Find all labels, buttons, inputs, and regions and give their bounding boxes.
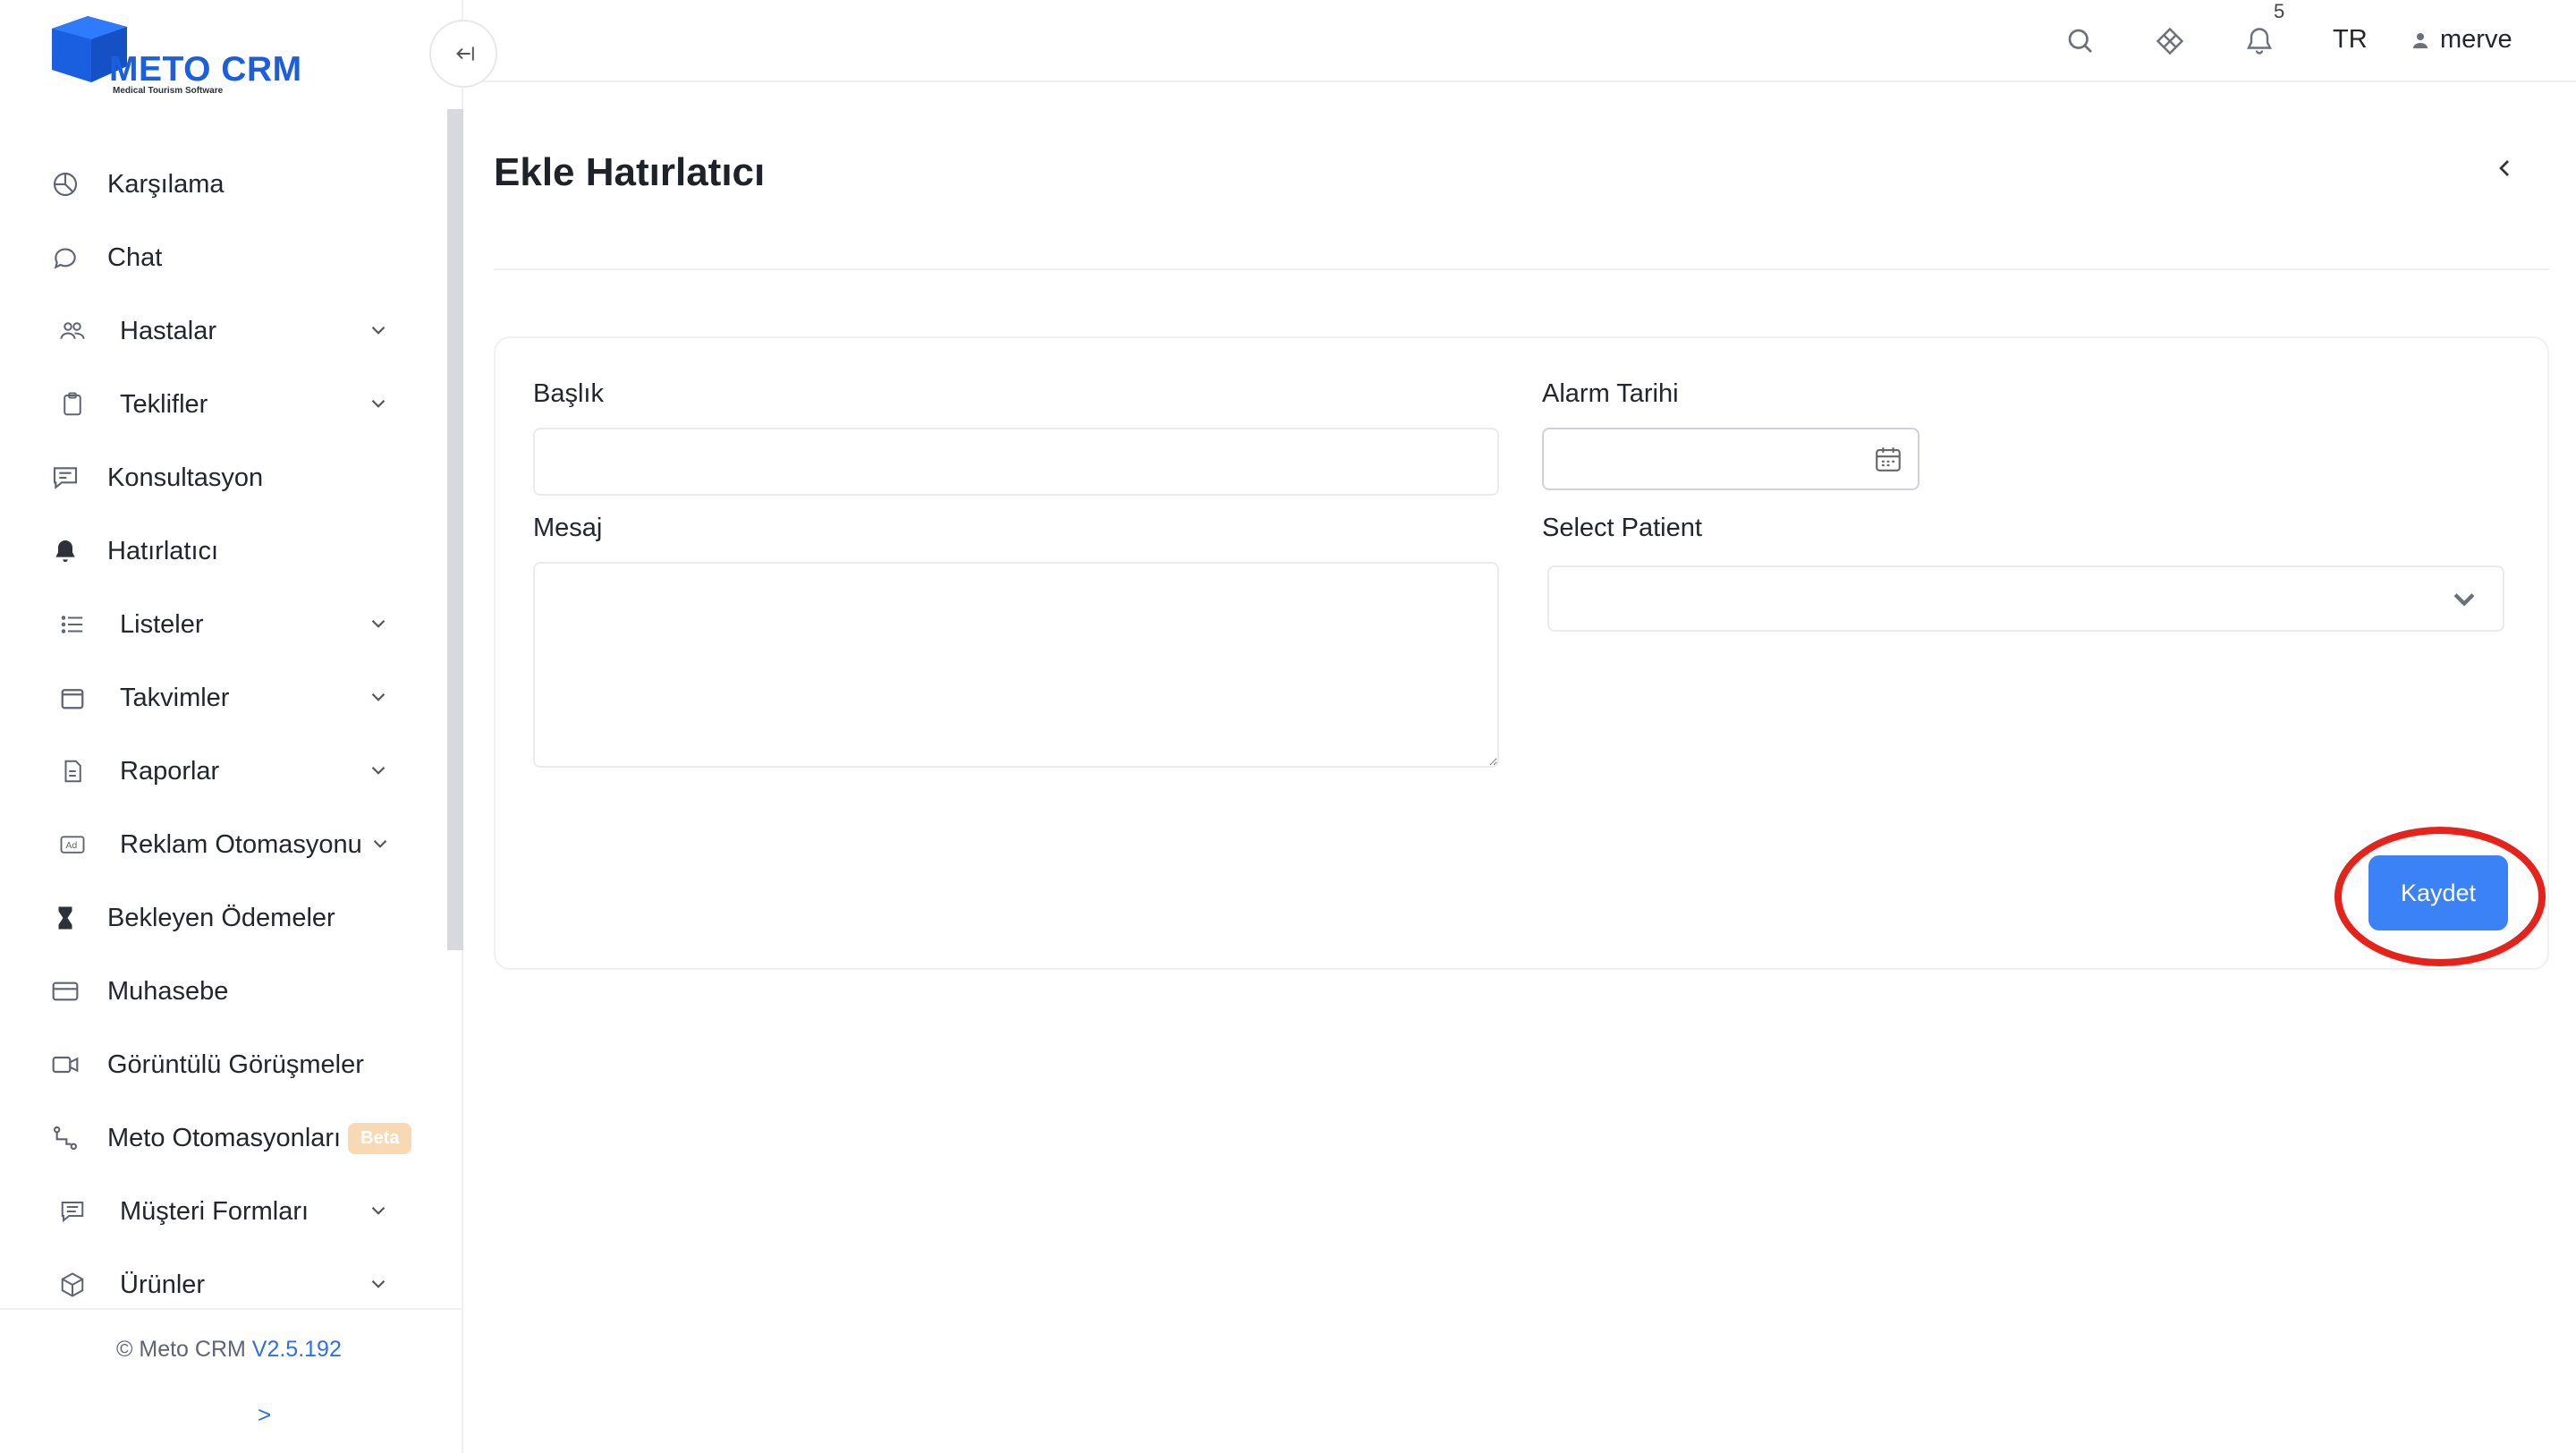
sidebar-item-label: Reklam Otomasyonu xyxy=(120,829,362,859)
list-icon xyxy=(57,609,88,640)
chevron-down-icon xyxy=(371,1279,386,1288)
title-input[interactable] xyxy=(533,428,1499,496)
credit-card-icon xyxy=(50,976,80,1007)
document-icon xyxy=(57,756,88,786)
version-link[interactable]: V2.5.192 xyxy=(252,1337,342,1362)
users-icon xyxy=(57,316,88,346)
sidebar-item-label: Görüntülü Görüşmeler xyxy=(107,1049,364,1079)
collapse-left-icon xyxy=(456,47,474,61)
back-chevron-icon[interactable] xyxy=(2490,154,2519,183)
chevron-down-icon xyxy=(371,693,386,701)
page-title: Ekle Hatırlatıcı xyxy=(494,150,766,194)
collapse-sidebar-button[interactable] xyxy=(429,20,497,88)
title-label: Başlık xyxy=(533,379,604,408)
sidebar-item-label: Raporlar xyxy=(120,756,220,786)
sidebar-item-karsilama[interactable]: Karşılama xyxy=(50,157,390,211)
sidebar-item-label: Meto Otomasyonları xyxy=(107,1123,342,1152)
brand-tagline: Medical Tourism Software xyxy=(113,86,224,96)
hourglass-icon xyxy=(50,903,80,933)
diamond-grid-icon[interactable] xyxy=(2154,25,2186,57)
user-icon xyxy=(2413,32,2428,48)
chevron-down-icon xyxy=(371,619,386,628)
sidebar-item-label: Müşteri Formları xyxy=(120,1196,309,1226)
sidebar-item-muhasebe[interactable]: Muhasebe xyxy=(50,964,390,1018)
reminder-form-card: Başlık Mesaj Alarm Tarihi Select Patient xyxy=(494,336,2549,970)
sidebar-item-bekleyen-odemeler[interactable]: Bekleyen Ödemeler xyxy=(50,891,390,945)
chevron-down-icon xyxy=(371,766,386,775)
sidebar-item-takvimler[interactable]: Takvimler xyxy=(50,671,390,725)
sidebar-item-label: Hatırlatıcı xyxy=(107,536,219,565)
svg-text:Ad: Ad xyxy=(66,841,78,851)
workflow-icon xyxy=(50,1123,80,1153)
sidebar-item-hastalar[interactable]: Hastalar xyxy=(50,304,390,358)
message-square-icon xyxy=(50,463,80,493)
bell-icon xyxy=(50,536,80,566)
chevron-down-icon[interactable] xyxy=(2449,583,2479,614)
username: merve xyxy=(2440,25,2512,54)
sidebar-item-label: Teklifler xyxy=(120,389,208,419)
sidebar-item-label: Bekleyen Ödemeler xyxy=(107,903,335,932)
beta-badge: Beta xyxy=(348,1122,412,1154)
message-textarea[interactable] xyxy=(533,562,1499,768)
sidebar-item-meto-otomasyonlari[interactable]: Meto Otomasyonları Beta xyxy=(50,1111,426,1165)
message-label: Mesaj xyxy=(533,514,603,542)
sidebar-item-chat[interactable]: Chat xyxy=(50,231,390,285)
sidebar-footer: © Meto CRM V2.5.192 > xyxy=(0,1308,462,1453)
sidebar-item-musteri-formlari[interactable]: Müşteri Formları xyxy=(50,1185,390,1238)
sidebar-item-label: Chat xyxy=(107,242,163,272)
sidebar-item-label: Muhasebe xyxy=(107,976,229,1006)
chevron-down-icon xyxy=(371,326,386,335)
sidebar-item-urunler[interactable]: Ürünler xyxy=(50,1258,390,1312)
alarm-date-label: Alarm Tarihi xyxy=(1542,379,1679,408)
sidebar-item-label: Konsultasyon xyxy=(107,463,264,492)
select-patient-label: Select Patient xyxy=(1542,514,1702,542)
video-icon xyxy=(50,1049,80,1080)
expand-sidebar-button[interactable]: > xyxy=(258,1401,271,1429)
box-icon xyxy=(57,1270,88,1300)
notification-count: 5 xyxy=(2274,0,2285,22)
pie-chart-icon xyxy=(50,169,80,200)
clipboard-icon xyxy=(57,389,88,420)
sidebar-item-raporlar[interactable]: Raporlar xyxy=(50,744,390,798)
brand-name: METO CRM xyxy=(109,50,302,89)
sidebar-item-label: Hastalar xyxy=(120,316,216,345)
language-switcher[interactable]: TR xyxy=(2333,25,2368,55)
brand-logo[interactable]: METO CRM Medical Tourism Software xyxy=(48,11,317,100)
chevron-down-icon xyxy=(371,399,386,408)
chevron-down-icon xyxy=(373,839,387,848)
patient-select[interactable] xyxy=(1547,565,2504,632)
save-button[interactable]: Kaydet xyxy=(2368,855,2508,930)
notification-bell-icon[interactable] xyxy=(2243,25,2275,57)
chevron-down-icon xyxy=(371,1206,386,1215)
alarm-date-input[interactable] xyxy=(1542,428,1919,490)
title-divider xyxy=(494,268,2549,270)
sidebar-item-label: Takvimler xyxy=(120,683,230,712)
ad-icon: Ad xyxy=(57,829,88,860)
copyright-label: © Meto CRM xyxy=(116,1337,246,1362)
sidebar-item-teklifler[interactable]: Teklifler xyxy=(50,378,390,431)
sidebar-item-label: Ürünler xyxy=(120,1270,206,1299)
sidebar-item-listeler[interactable]: Listeler xyxy=(50,598,390,651)
user-menu[interactable]: merve xyxy=(2410,25,2512,55)
sidebar-item-label: Karşılama xyxy=(107,169,225,199)
copyright-text: © Meto CRM V2.5.192 xyxy=(116,1337,342,1363)
sidebar: METO CRM Medical Tourism Software Karşıl… xyxy=(0,0,463,1453)
form-icon xyxy=(57,1196,88,1227)
search-icon[interactable] xyxy=(2064,25,2097,57)
chat-bubble-icon xyxy=(50,242,80,273)
sidebar-scrollbar[interactable] xyxy=(447,109,463,950)
sidebar-item-label: Listeler xyxy=(120,609,204,639)
sidebar-item-hatirlatici[interactable]: Hatırlatıcı xyxy=(50,524,390,578)
top-bar: 5 TR merve xyxy=(463,0,2576,82)
sidebar-item-goruntulu-gorusmeler[interactable]: Görüntülü Görüşmeler xyxy=(50,1038,390,1092)
calendar-icon[interactable] xyxy=(1873,444,1903,474)
sidebar-item-reklam-otomasyonu[interactable]: Ad Reklam Otomasyonu xyxy=(50,818,390,871)
sidebar-item-konsultasyon[interactable]: Konsultasyon xyxy=(50,451,390,505)
calendar-icon xyxy=(57,683,88,713)
